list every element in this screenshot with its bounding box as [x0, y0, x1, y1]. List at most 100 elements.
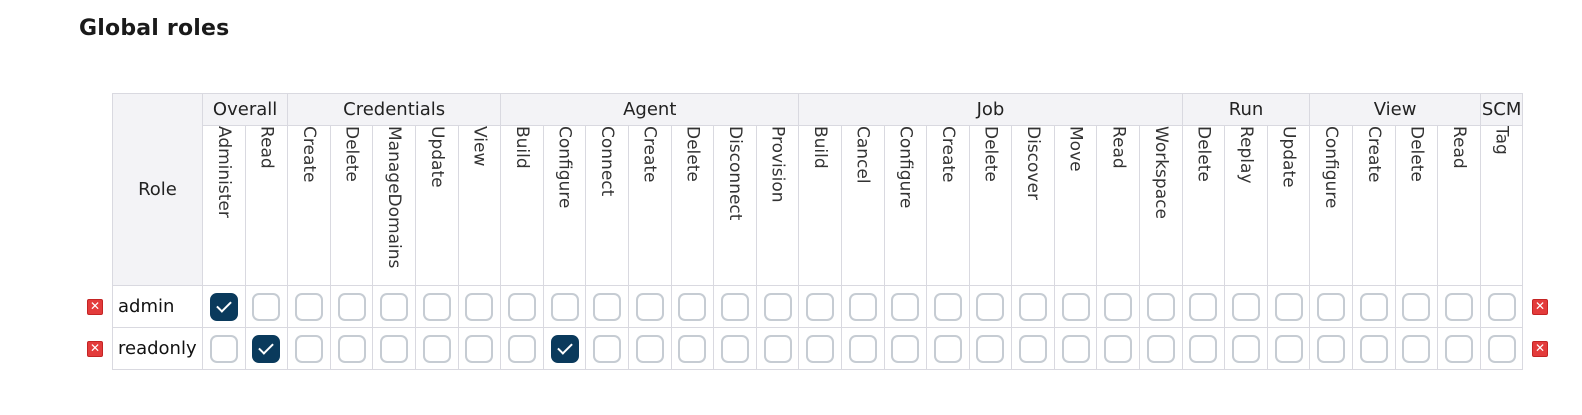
checkbox-admin-run-update[interactable]: [1274, 292, 1303, 321]
checkbox-admin-overall-read[interactable]: [252, 292, 281, 321]
checkbox-readonly-credentials-update[interactable]: [422, 334, 451, 363]
checkbox-admin-credentials-view[interactable]: [465, 292, 494, 321]
checkbox-readonly-credentials-view[interactable]: [465, 334, 494, 363]
permission-label: Move: [1065, 126, 1086, 172]
checkbox-readonly-view-create[interactable]: [1359, 334, 1388, 363]
permission-cell: [1224, 327, 1268, 370]
checkbox-readonly-credentials-manage-domains[interactable]: [380, 334, 409, 363]
checkbox-admin-view-create[interactable]: [1359, 292, 1388, 321]
checkbox-admin-credentials-update[interactable]: [422, 292, 451, 321]
checkbox-admin-credentials-create[interactable]: [294, 292, 323, 321]
checkbox-admin-view-configure[interactable]: [1317, 292, 1346, 321]
permission-cell: [585, 327, 629, 370]
checkbox-readonly-overall-read[interactable]: [252, 334, 281, 363]
permission-header-overall-read: Read: [244, 125, 289, 286]
permission-cell: [968, 327, 1013, 370]
checkbox-readonly-job-workspace[interactable]: [1146, 334, 1175, 363]
permission-label: Create: [937, 126, 958, 183]
checkbox-admin-agent-provision[interactable]: [763, 292, 792, 321]
delete-role-icon[interactable]: ✕: [1532, 299, 1548, 315]
checkbox-admin-agent-delete[interactable]: [678, 292, 707, 321]
permission-cell: [1479, 285, 1524, 328]
checkbox-readonly-view-configure[interactable]: [1317, 334, 1346, 363]
checkbox-admin-job-cancel[interactable]: [848, 292, 877, 321]
checkbox-admin-agent-configure[interactable]: [550, 292, 579, 321]
checkbox-readonly-agent-create[interactable]: [635, 334, 664, 363]
permission-cell: [1352, 285, 1396, 328]
checkbox-admin-job-discover[interactable]: [1019, 292, 1048, 321]
checkbox-readonly-job-configure[interactable]: [891, 334, 920, 363]
checkbox-admin-job-read[interactable]: [1104, 292, 1133, 321]
delete-role-icon[interactable]: ✕: [87, 299, 103, 315]
checkbox-admin-view-read[interactable]: [1445, 292, 1474, 321]
checkbox-readonly-agent-disconnect[interactable]: [720, 334, 749, 363]
permission-cell: [1139, 285, 1183, 328]
permission-label: Create: [1363, 126, 1384, 183]
checkbox-admin-scm-tag[interactable]: [1487, 292, 1516, 321]
checkbox-admin-agent-disconnect[interactable]: [720, 292, 749, 321]
permission-cell: [244, 327, 289, 370]
permission-name-row: Administer Read Create Delete ManageDomains U…: [113, 125, 1524, 286]
permission-header-job-configure: Configure: [883, 125, 928, 286]
delete-role-icon[interactable]: ✕: [87, 341, 103, 357]
checkbox-readonly-agent-delete[interactable]: [678, 334, 707, 363]
permission-cell: [372, 327, 416, 370]
permission-label: Update: [1278, 126, 1299, 188]
checkbox-admin-run-delete[interactable]: [1189, 292, 1218, 321]
checkbox-readonly-view-read[interactable]: [1445, 334, 1474, 363]
checkbox-readonly-job-read[interactable]: [1104, 334, 1133, 363]
checkbox-readonly-job-move[interactable]: [1061, 334, 1090, 363]
group-header-scm: SCM: [1479, 93, 1524, 126]
checkbox-readonly-job-create[interactable]: [933, 334, 962, 363]
checkbox-readonly-agent-configure[interactable]: [550, 334, 579, 363]
checkbox-admin-job-build[interactable]: [806, 292, 835, 321]
checkbox-admin-job-create[interactable]: [933, 292, 962, 321]
checkbox-readonly-run-delete[interactable]: [1189, 334, 1218, 363]
checkbox-readonly-agent-provision[interactable]: [763, 334, 792, 363]
checkbox-admin-view-delete[interactable]: [1402, 292, 1431, 321]
permission-header-view-configure: Configure: [1309, 125, 1354, 286]
checkbox-readonly-overall-administer[interactable]: [209, 334, 238, 363]
page-title: Global roles: [79, 16, 230, 41]
permission-header-credentials-delete: Delete: [329, 125, 374, 286]
checkbox-admin-agent-build[interactable]: [507, 292, 536, 321]
permission-label: Configure: [554, 126, 575, 209]
checkbox-readonly-scm-tag[interactable]: [1487, 334, 1516, 363]
checkbox-admin-agent-connect[interactable]: [593, 292, 622, 321]
permission-cell: [1139, 327, 1183, 370]
permission-label: Read: [1449, 126, 1470, 169]
permission-cell: [968, 285, 1013, 328]
permission-cell: [1266, 327, 1311, 370]
permission-cell: [1181, 327, 1226, 370]
checkbox-readonly-credentials-create[interactable]: [294, 334, 323, 363]
delete-role-icon[interactable]: ✕: [1532, 341, 1548, 357]
permission-cell: [542, 327, 587, 370]
checkbox-readonly-agent-connect[interactable]: [593, 334, 622, 363]
permission-header-job-discover: Discover: [1011, 125, 1055, 286]
checkbox-admin-credentials-delete[interactable]: [337, 292, 366, 321]
checkbox-admin-agent-create[interactable]: [635, 292, 664, 321]
checkbox-readonly-job-build[interactable]: [806, 334, 835, 363]
permission-cell: [1096, 327, 1141, 370]
checkbox-readonly-credentials-delete[interactable]: [337, 334, 366, 363]
checkbox-readonly-job-delete[interactable]: [976, 334, 1005, 363]
permission-label: Build: [511, 126, 532, 169]
checkbox-admin-overall-administer[interactable]: [209, 292, 238, 321]
checkbox-admin-run-replay[interactable]: [1232, 292, 1261, 321]
checkbox-readonly-run-replay[interactable]: [1232, 334, 1261, 363]
checkbox-readonly-job-discover[interactable]: [1019, 334, 1048, 363]
checkbox-readonly-agent-build[interactable]: [507, 334, 536, 363]
checkbox-admin-job-configure[interactable]: [891, 292, 920, 321]
permission-cell: [1053, 285, 1098, 328]
checkbox-readonly-run-update[interactable]: [1274, 334, 1303, 363]
permission-group-row: Role Overall Credentials Agent Job Run View SC…: [112, 93, 1524, 286]
checkbox-readonly-job-cancel[interactable]: [848, 334, 877, 363]
checkbox-readonly-view-delete[interactable]: [1402, 334, 1431, 363]
group-header-credentials: Credentials: [287, 93, 502, 126]
checkbox-admin-job-move[interactable]: [1061, 292, 1090, 321]
checkbox-admin-job-workspace[interactable]: [1146, 292, 1175, 321]
checkbox-admin-credentials-manage-domains[interactable]: [380, 292, 409, 321]
permission-label: Delete: [1406, 126, 1427, 182]
checkbox-admin-job-delete[interactable]: [976, 292, 1005, 321]
permission-header-overall-administer: Administer: [202, 125, 246, 286]
